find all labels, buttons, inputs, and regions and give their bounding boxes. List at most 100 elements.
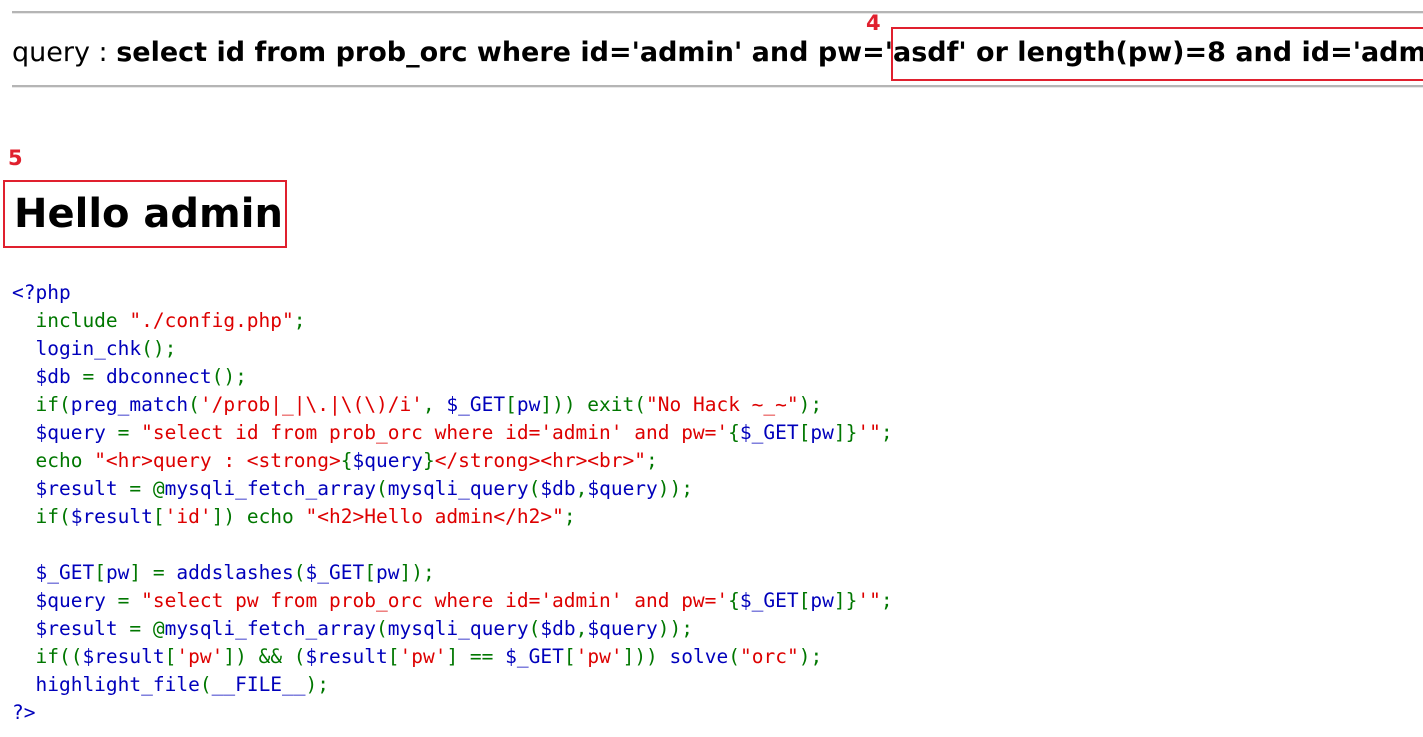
code-token: [: [164, 645, 177, 668]
code-token: <?php: [12, 281, 71, 304]
code-token: dbconnect: [105, 365, 212, 388]
horizontal-rule-top: [12, 11, 1423, 14]
code-token: $_GET: [505, 645, 564, 668]
hello-heading: Hello admin: [14, 191, 283, 237]
code-token: );: [798, 393, 823, 416]
code-token: pw: [810, 589, 834, 612]
code-token: ])): [622, 645, 670, 668]
code-token: (: [528, 617, 541, 640]
code-token: ?>: [12, 701, 36, 724]
code-token: </strong><hr><br>": [434, 449, 647, 472]
code-token: [: [364, 561, 376, 584]
code-token: [: [798, 589, 811, 612]
query-text-prefix: select id from prob_orc where id='admin'…: [116, 37, 894, 68]
code-line: if(preg_match('/prob|_|\.|\(\)/i', $_GET…: [12, 393, 822, 416]
code-token: pw: [810, 421, 834, 444]
code-token: =: [117, 589, 142, 612]
annotation-box-4: [891, 27, 1423, 81]
code-token: $_GET: [739, 421, 799, 444]
code-token: ,: [422, 393, 447, 416]
code-line: if($result['id']) echo "<h2>Hello admin<…: [12, 505, 576, 528]
code-token: ;: [293, 309, 306, 332]
code-token: (: [199, 673, 212, 696]
code-token: ,: [575, 617, 588, 640]
code-token: ();: [211, 365, 247, 388]
code-token: __FILE__: [211, 673, 306, 696]
code-token: mysqli_query: [387, 477, 529, 500]
code-token: $query: [35, 421, 118, 444]
code-line: ?>: [12, 701, 35, 724]
code-token: {: [728, 421, 740, 444]
query-label: query :: [12, 37, 117, 68]
code-line: login_chk();: [12, 337, 176, 360]
code-token: ] ==: [446, 645, 506, 668]
code-token: if(: [12, 505, 71, 528]
code-token: 'pw': [575, 645, 623, 668]
code-token: preg_match: [70, 393, 189, 416]
code-token: pw: [376, 561, 400, 584]
code-token: if((: [12, 645, 83, 668]
code-token: $result: [35, 617, 130, 640]
code-token: = @: [129, 617, 165, 640]
code-line: highlight_file(__FILE__);: [12, 673, 329, 696]
code-token: $result: [305, 645, 388, 668]
code-token: $db: [540, 477, 576, 500]
code-token: "./config.php": [129, 309, 294, 332]
code-token: $db: [35, 365, 83, 388]
code-token: $_GET: [35, 561, 95, 584]
code-token: ]);: [399, 561, 435, 584]
code-token: $query: [352, 449, 423, 472]
code-token: '": [857, 589, 881, 612]
code-token: (: [375, 477, 388, 500]
code-token: $_GET: [739, 589, 799, 612]
code-token: 'pw': [399, 645, 447, 668]
code-line: $_GET[pw] = addslashes($_GET[pw]);: [12, 561, 435, 584]
code-token: ;: [880, 421, 893, 444]
code-line: $result = @mysqli_fetch_array(mysqli_que…: [12, 617, 693, 640]
annotation-label-5: 5: [8, 146, 23, 170]
annotation-label-4: 4: [866, 11, 881, 35]
horizontal-rule-bottom: [12, 85, 1423, 88]
code-token: ));: [657, 617, 694, 640]
code-line: $result = @mysqli_fetch_array(mysqli_que…: [12, 477, 693, 500]
code-token: "<h2>Hello admin</h2>": [305, 505, 564, 528]
code-token: mysqli_fetch_array: [164, 477, 376, 500]
code-token: ;: [880, 589, 893, 612]
code-token: pw: [516, 393, 541, 416]
code-token: $result: [70, 505, 153, 528]
code-line: include "./config.php";: [12, 309, 306, 332]
code-token: {: [340, 449, 353, 472]
code-token: highlight_file: [35, 673, 200, 696]
code-token: );: [798, 645, 823, 668]
code-token: $_GET: [446, 393, 506, 416]
code-line: $query = "select pw from prob_orc where …: [12, 589, 893, 612]
code-token: solve: [669, 645, 729, 668]
code-token: if(: [12, 393, 71, 416]
code-token: echo: [12, 449, 95, 472]
code-token: [: [505, 393, 517, 416]
code-token: [: [152, 505, 165, 528]
code-token: }: [422, 449, 435, 472]
code-token: ]) echo: [211, 505, 306, 528]
code-token: $result: [35, 477, 130, 500]
code-token: 'id': [164, 505, 212, 528]
code-token: mysqli_fetch_array: [164, 617, 376, 640]
code-line: echo "<hr>query : <strong>{$query}</stro…: [12, 449, 657, 472]
code-token: '": [857, 421, 881, 444]
code-token: pw: [105, 561, 130, 584]
code-token: (: [375, 617, 388, 640]
code-token: [: [94, 561, 106, 584]
code-token: $query: [35, 589, 118, 612]
code-token: [: [563, 645, 576, 668]
code-token: ;: [563, 505, 576, 528]
code-token: $query: [587, 617, 658, 640]
code-token: 'pw': [176, 645, 224, 668]
code-token: ();: [141, 337, 177, 360]
code-token: '/prob|_|\.|\(\)/i': [199, 393, 423, 416]
code-token: ));: [657, 477, 694, 500]
